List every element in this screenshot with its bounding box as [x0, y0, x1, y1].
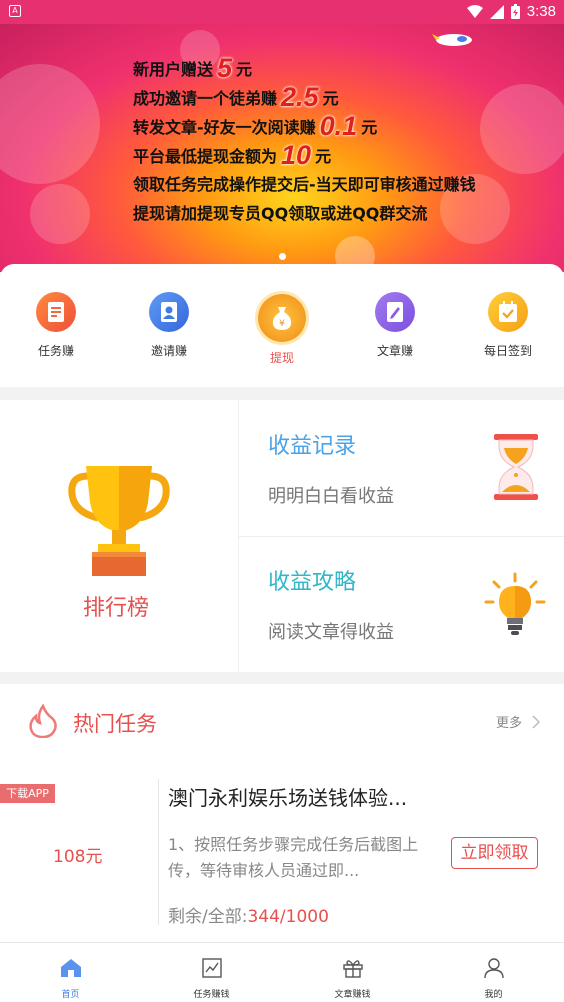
quick-item-label: 文章赚: [376, 344, 413, 358]
divider: [238, 536, 564, 537]
quick-item-label: 提现: [269, 351, 294, 365]
remaining-label: 剩余/全部:: [168, 907, 248, 927]
banner-line: 成功邀请一个徒弟赚 2.5 元: [133, 82, 339, 112]
quick-item-label: 任务赚: [37, 344, 74, 358]
hot-tasks-title: 热门任务: [73, 712, 157, 736]
tab-home[interactable]: 首页: [0, 943, 141, 1002]
banner-line: 平台最低提现金额为 10 元: [133, 140, 332, 170]
banner-line: 新用户赠送 5 元: [133, 53, 253, 83]
task-title: 澳门永利娱乐场送钱体验...: [168, 786, 408, 810]
status-bar: A 3:38: [0, 0, 564, 24]
chevron-right-icon[interactable]: [532, 715, 540, 729]
banner-line: 提现请加提现专员QQ领取或进QQ群交流: [133, 204, 428, 223]
fire-icon: [29, 704, 57, 738]
article-icon: [375, 292, 415, 332]
svg-text:¥: ¥: [279, 319, 285, 329]
quick-item-checkin[interactable]: 每日签到: [452, 292, 564, 359]
more-link[interactable]: 更多: [496, 712, 522, 731]
quick-item-label: 每日签到: [483, 344, 532, 358]
quick-item-task[interactable]: 任务赚: [0, 292, 112, 359]
tab-label: 任务赚钱: [193, 990, 230, 1000]
status-icons: 3:38: [466, 3, 556, 20]
task-reward: 108元: [53, 847, 103, 867]
lightbulb-icon: [484, 572, 546, 635]
money-bag-icon: ¥: [258, 294, 306, 342]
bottom-tab-bar: 首页 任务赚钱 文章赚钱 我的: [0, 942, 564, 1002]
wifi-icon: [466, 4, 483, 18]
app-notification-icon: A: [9, 5, 21, 17]
download-app-badge: 下载APP: [0, 784, 55, 803]
quick-item-label: 邀请赚: [150, 344, 187, 358]
trophy-icon: [68, 466, 170, 576]
remaining-value: 344/1000: [247, 907, 329, 927]
earnings-panel: 排行榜 收益记录 明明白白看收益 收益攻略 阅读文章得收益: [0, 400, 564, 672]
rocket-decoration-icon: [432, 34, 472, 46]
quick-item-withdraw[interactable]: ¥ 提现: [226, 294, 338, 366]
task-remaining: 剩余/全部:344/1000: [168, 902, 329, 927]
task-description: 1、按照任务步骤完成任务后截图上传，等待审核人员通过即...: [168, 835, 419, 880]
tab-task-earn[interactable]: 任务赚钱: [141, 943, 282, 1002]
banner-line: 转发文章-好友一次阅读赚 0.1 元: [133, 111, 378, 141]
battery-icon: [510, 4, 520, 19]
carousel-indicator[interactable]: [279, 253, 286, 260]
promo-banner[interactable]: 新用户赠送 5 元 成功邀请一个徒弟赚 2.5 元 转发文章-好友一次阅读赚 0.1 元 平…: [0, 24, 564, 272]
quick-item-invite[interactable]: 邀请赚: [113, 292, 225, 359]
tab-label: 文章赚钱: [334, 990, 371, 1000]
hourglass-icon: [494, 434, 538, 500]
status-time: 3:38: [526, 3, 556, 20]
banner-line: 领取任务完成操作提交后-当天即可审核通过赚钱: [133, 175, 476, 194]
invite-icon: [149, 292, 189, 332]
earnings-records-title: 收益记录: [268, 434, 357, 459]
signal-icon: [489, 4, 504, 19]
gift-icon: [342, 960, 363, 978]
calendar-check-icon: [488, 292, 528, 332]
chart-icon: [201, 958, 222, 978]
banner-text: 新用户赠送 5 元 成功邀请一个徒弟赚 2.5 元 转发文章-好友一次阅读赚 0.1 元 平…: [133, 54, 476, 228]
divider: [158, 779, 159, 925]
tab-label: 我的: [484, 990, 503, 1000]
user-icon: [483, 958, 504, 979]
earnings-guide-subtitle: 阅读文章得收益: [268, 622, 394, 643]
earnings-records-subtitle: 明明白白看收益: [268, 486, 394, 507]
leaderboard-label: 排行榜: [83, 596, 150, 621]
tab-label: 首页: [61, 990, 80, 1000]
task-icon: [36, 292, 76, 332]
tab-article-earn[interactable]: 文章赚钱: [282, 943, 423, 1002]
quick-item-article[interactable]: 文章赚: [339, 292, 451, 359]
home-icon: [60, 959, 81, 977]
claim-button[interactable]: 立即领取: [451, 837, 538, 869]
quick-menu: 任务赚 邀请赚 ¥ 提现 文章赚 每日签到: [0, 264, 564, 387]
hot-tasks-section: 热门任务 更多 下载APP 108元 澳门永利娱乐场送钱体验... 1、按照任务…: [0, 684, 564, 942]
earnings-guide-title: 收益攻略: [268, 570, 357, 595]
tab-mine[interactable]: 我的: [423, 943, 564, 1002]
